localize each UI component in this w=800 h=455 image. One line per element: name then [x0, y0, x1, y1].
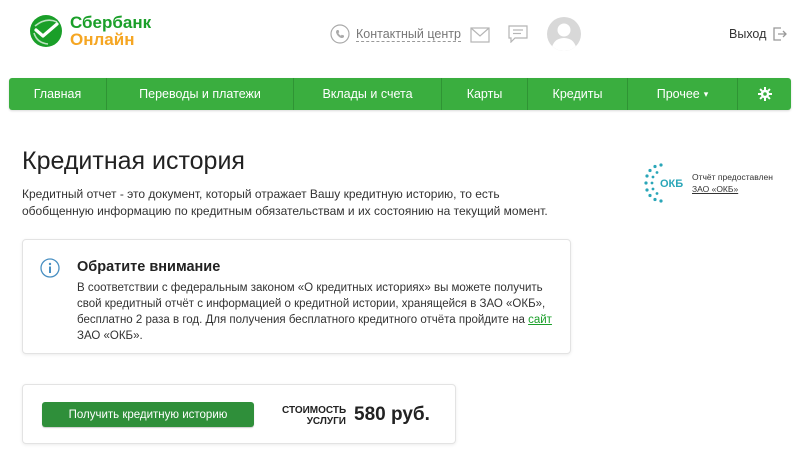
sberbank-logo[interactable]: Сбербанк Онлайн [28, 13, 151, 49]
user-silhouette-icon [551, 23, 577, 51]
contact-center-link[interactable]: Контактный центр [330, 24, 461, 44]
nav-item-deposits[interactable]: Вклады и счета [294, 78, 442, 110]
mail-icon[interactable] [470, 27, 490, 43]
notice-body: В соответствии с федеральным законом «О … [77, 280, 557, 344]
cost-value: 580 руб. [354, 404, 430, 425]
nav-item-label: Переводы и платежи [139, 87, 261, 101]
cost-label: СТОИМОСТЬ УСЛУГИ [282, 405, 346, 427]
chat-icon[interactable] [508, 25, 528, 43]
provider-badge: ОКБ Отчёт предоставлен ЗАО «ОКБ» [640, 163, 773, 203]
sberbank-logo-icon [30, 15, 62, 47]
nav-item-label: Вклады и счета [322, 87, 413, 101]
main-nav: Главная Переводы и платежи Вклады и счет… [9, 78, 791, 110]
cost-label-line1: СТОИМОСТЬ [282, 405, 347, 416]
nav-item-other[interactable]: Прочее ▾ [628, 78, 738, 110]
gear-icon [757, 87, 772, 101]
page-title: Кредитная история [22, 147, 245, 175]
nav-item-label: Карты [466, 87, 503, 101]
notice-site-link[interactable]: сайт [528, 314, 552, 326]
contact-center-label[interactable]: Контактный центр [356, 27, 461, 42]
logout-button[interactable]: Выход [729, 27, 788, 41]
nav-item-credits[interactable]: Кредиты [528, 78, 628, 110]
notice-text-end: ЗАО «ОКБ». [77, 330, 143, 342]
nav-item-label: Главная [33, 87, 82, 101]
brand-line1: Сбербанк [70, 13, 152, 32]
nav-item-label: Прочее [656, 87, 700, 101]
get-credit-history-button[interactable]: Получить кредитную историю [42, 402, 254, 427]
notice-title: Обратите внимание [77, 259, 221, 275]
page-intro: Кредитный отчет - это документ, который … [22, 187, 548, 218]
notice-box: Обратите внимание В соответствии с федер… [22, 239, 571, 354]
order-panel: Получить кредитную историю СТОИМОСТЬ УСЛ… [22, 384, 456, 444]
avatar[interactable] [547, 17, 581, 51]
info-icon [40, 258, 60, 278]
notice-text: В соответствии с федеральным законом «О … [77, 282, 546, 326]
logout-icon [773, 27, 788, 41]
nav-item-home[interactable]: Главная [9, 78, 107, 110]
brand-line2: Онлайн [70, 30, 135, 49]
logout-label: Выход [729, 27, 767, 41]
okb-logo-text: ОКБ [660, 178, 683, 190]
cost-label-line2: УСЛУГИ [306, 416, 346, 427]
header: Сбербанк Онлайн Контактный центр Выход [0, 0, 800, 70]
nav-settings-button[interactable] [738, 78, 791, 110]
nav-item-label: Кредиты [552, 87, 603, 101]
nav-item-transfers[interactable]: Переводы и платежи [107, 78, 294, 110]
okb-logo-icon: ОКБ [644, 163, 683, 203]
nav-item-cards[interactable]: Карты [442, 78, 528, 110]
phone-icon [330, 24, 350, 44]
chevron-down-icon: ▾ [703, 88, 709, 99]
provider-caption: Отчёт предоставлен [692, 172, 773, 182]
provider-link[interactable]: ЗАО «ОКБ» [692, 184, 738, 194]
